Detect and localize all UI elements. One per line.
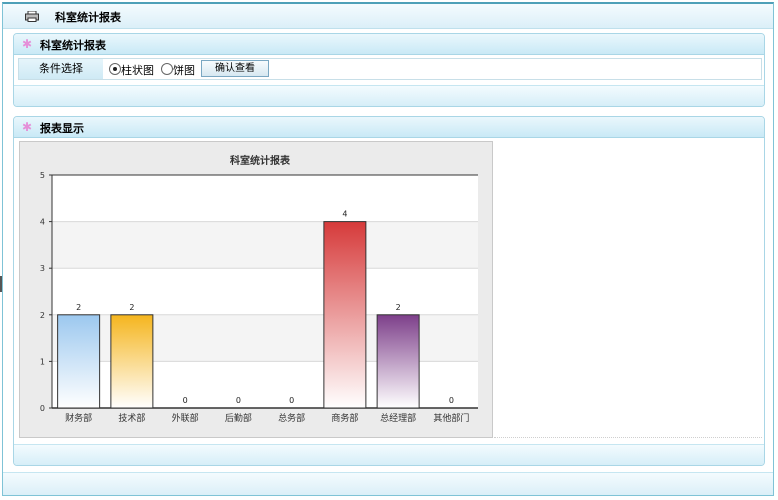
query-panel-title: 科室统计报表 bbox=[40, 39, 106, 52]
bar bbox=[110, 314, 154, 409]
pie-chart-radio[interactable] bbox=[161, 63, 173, 75]
printer-icon bbox=[25, 10, 39, 25]
bar-chart: 科室统计报表 0 1 2 3 4 5 2 财务部 2 技术部 0 外联部 0 后勤部 0 总务部 4 商务部 2 总经… bbox=[40, 154, 478, 424]
query-panel-header: ✱ 科室统计报表 bbox=[14, 34, 764, 55]
x-tick-label: 总务部 bbox=[278, 412, 305, 424]
data-label: 4 bbox=[342, 210, 347, 219]
y-tick-label: 0 bbox=[40, 404, 45, 413]
star-icon: ✱ bbox=[22, 120, 33, 134]
data-label: 0 bbox=[289, 396, 294, 405]
main-window: 科室统计报表 ✱ 科室统计报表 条件选择 柱状图 饼图 确认查看 ✱ 报表显示 … bbox=[2, 2, 774, 496]
bar-chart-radio[interactable] bbox=[109, 63, 121, 75]
x-tick-label: 后勤部 bbox=[225, 412, 252, 424]
confirm-view-button[interactable]: 确认查看 bbox=[201, 60, 269, 77]
condition-label: 条件选择 bbox=[19, 59, 103, 79]
query-panel-footer bbox=[14, 85, 764, 106]
bar bbox=[323, 221, 367, 409]
bar bbox=[57, 314, 101, 409]
report-panel: ✱ 报表显示 科室统计报表 0 1 2 3 4 5 2 财务部 2 技术部 0 外联部 0 后勤部 0 总务部… bbox=[13, 116, 765, 466]
y-tick-label: 1 bbox=[40, 357, 45, 366]
chart-title: 科室统计报表 bbox=[230, 154, 291, 167]
bar bbox=[376, 314, 420, 409]
x-tick-label: 技术部 bbox=[118, 412, 145, 424]
x-tick-label: 外联部 bbox=[172, 412, 199, 424]
report-panel-footer bbox=[14, 444, 764, 465]
page-title: 科室统计报表 bbox=[55, 11, 121, 24]
data-label: 2 bbox=[129, 303, 134, 312]
pie-chart-radio-label: 饼图 bbox=[173, 64, 195, 77]
star-icon: ✱ bbox=[22, 37, 33, 51]
report-panel-header: ✱ 报表显示 bbox=[14, 117, 764, 138]
query-panel: ✱ 科室统计报表 条件选择 柱状图 饼图 确认查看 bbox=[13, 33, 765, 107]
data-label: 0 bbox=[236, 396, 241, 405]
x-tick-label: 其他部门 bbox=[433, 412, 469, 424]
report-panel-title: 报表显示 bbox=[40, 122, 84, 135]
data-label: 2 bbox=[76, 303, 81, 312]
bottom-bar bbox=[3, 472, 773, 495]
page-header: 科室统计报表 bbox=[3, 4, 773, 29]
x-tick-label: 财务部 bbox=[65, 412, 92, 424]
data-label: 0 bbox=[183, 396, 188, 405]
plot-band bbox=[52, 221, 478, 269]
plot-band bbox=[52, 268, 478, 315]
bar-chart-radio-label: 柱状图 bbox=[121, 64, 154, 77]
y-tick-label: 5 bbox=[40, 171, 45, 180]
chart-container: 科室统计报表 0 1 2 3 4 5 2 财务部 2 技术部 0 外联部 0 后勤部 0 总务部 4 商务部 2 总经… bbox=[19, 141, 493, 438]
window-edge-marker bbox=[0, 276, 2, 292]
divider bbox=[494, 437, 762, 438]
y-tick-label: 3 bbox=[40, 264, 45, 273]
plot-band bbox=[52, 175, 478, 222]
data-label: 2 bbox=[396, 303, 401, 312]
y-tick-label: 2 bbox=[40, 311, 45, 320]
x-tick-label: 总经理部 bbox=[380, 412, 416, 424]
x-tick-label: 商务部 bbox=[331, 412, 358, 424]
condition-row: 条件选择 柱状图 饼图 确认查看 bbox=[18, 58, 762, 80]
y-tick-label: 4 bbox=[40, 218, 45, 227]
data-label: 0 bbox=[449, 396, 454, 405]
